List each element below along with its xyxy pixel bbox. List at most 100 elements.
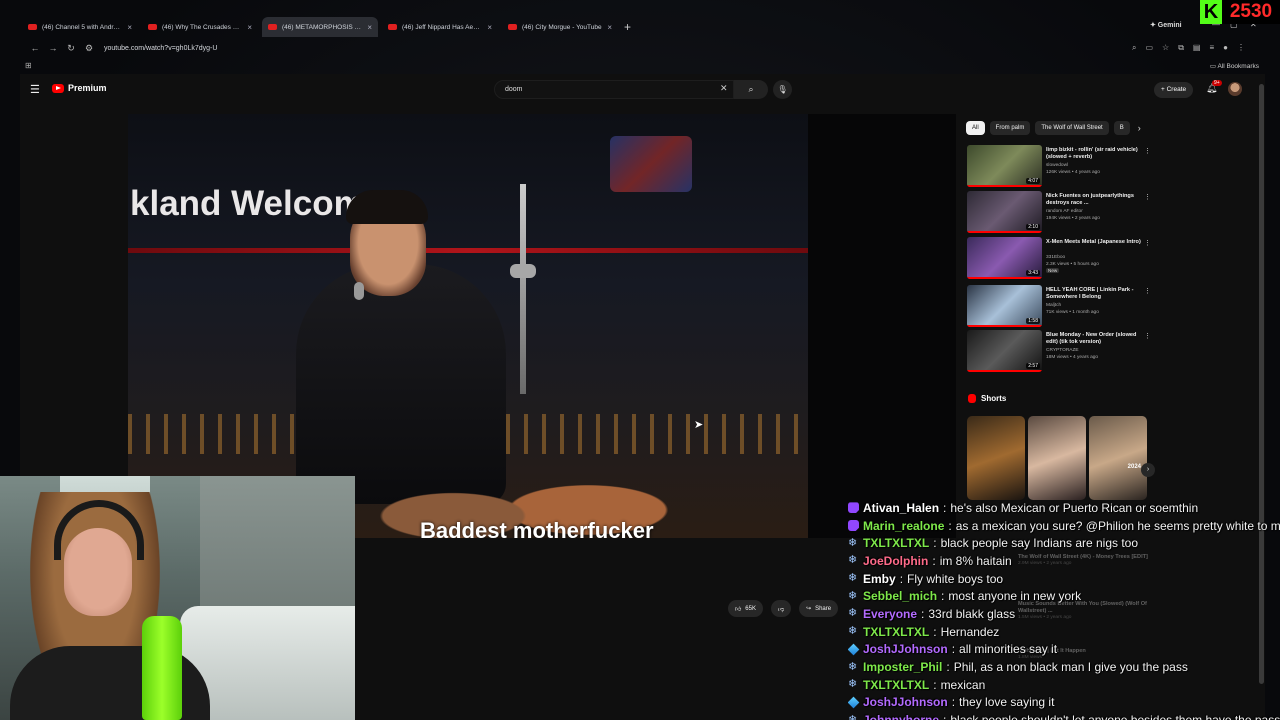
create-button[interactable]: + Create — [1154, 82, 1194, 98]
short-thumbnail[interactable] — [967, 416, 1025, 500]
chip-wolf-of-wall-street[interactable]: The Wolf of Wall Street — [1035, 121, 1109, 135]
clear-search-icon[interactable]: ✕ — [720, 83, 728, 94]
green-microphone — [142, 616, 182, 720]
recommendation-item[interactable]: 2:10 Nick Fuentes on justpearlythings de… — [967, 191, 1152, 235]
close-icon[interactable]: × — [367, 23, 372, 32]
menu-kebab-icon[interactable]: ⋮ — [1237, 43, 1245, 53]
recommendation-title[interactable]: Nick Fuentes on justpearlythings destroy… — [1046, 193, 1141, 207]
shorts-next-button[interactable]: › — [1141, 463, 1155, 477]
apps-grid-icon[interactable]: ⊞ — [25, 61, 32, 70]
browser-tab[interactable]: (46) Why The Crusades Were A × — [142, 17, 258, 37]
short-thumbnail[interactable]: 2024 — [1089, 416, 1147, 500]
chat-username[interactable]: Emby — [863, 572, 896, 586]
chat-username[interactable]: Everyone — [863, 607, 917, 621]
chat-text: they love saying it — [959, 695, 1055, 710]
menu-hamburger-icon[interactable]: ☰ — [30, 83, 40, 96]
back-arrow-icon[interactable]: ← — [26, 43, 44, 53]
browser-tab[interactable]: (46) Channel 5 with Andrew Ca × — [22, 17, 138, 37]
chat-username[interactable]: Marin_realone — [863, 519, 944, 533]
chat-text: mexican — [940, 677, 986, 692]
channel-name[interactable]: 331Eboo — [1046, 255, 1065, 260]
search-input[interactable]: doom — [494, 80, 734, 99]
chat-separator: : — [946, 660, 950, 675]
more-options-icon[interactable]: ⋮ — [1144, 287, 1151, 295]
chat-username[interactable]: Sebbel_mich — [863, 589, 937, 603]
zoom-icon[interactable]: ⌕ — [1132, 43, 1136, 53]
all-bookmarks-button[interactable]: ▭ All Bookmarks — [1210, 62, 1259, 70]
gemini-button[interactable]: ✦ Gemini — [1150, 21, 1182, 29]
more-options-icon[interactable]: ⋮ — [1144, 193, 1151, 201]
crest-emblem — [610, 136, 692, 192]
watch-progress — [967, 325, 1042, 327]
channel-name[interactable]: Maljtch — [1046, 303, 1061, 308]
recommendation-item[interactable]: 4:07 limp bizkit - rollin' (sir raid veh… — [967, 145, 1152, 189]
youtube-logo[interactable]: Premium — [52, 83, 107, 93]
chat-username[interactable]: Johnnyhorne — [863, 713, 939, 720]
profile-icon[interactable]: ● — [1223, 43, 1228, 53]
video-player[interactable]: kland Welcomes Baddest motherfucker ➤ — [128, 114, 956, 538]
close-icon[interactable]: × — [487, 23, 492, 32]
recommendation-item[interactable]: 1:58 HELL YEAH CORE | Linkin Park - Some… — [967, 285, 1152, 329]
close-icon[interactable]: × — [127, 23, 132, 32]
recommendation-item[interactable]: 3:43 X-Men Meets Metal (Japanese Intro) … — [967, 237, 1152, 281]
reading-list-icon[interactable]: ≡ — [1209, 43, 1214, 53]
chat-separator: : — [951, 642, 956, 657]
sky-tower-pod — [510, 264, 536, 278]
recommendation-title[interactable]: Blue Monday - New Order (slowed edit) (t… — [1046, 332, 1141, 346]
url-field[interactable]: youtube.com/watch?v=gh0Lk7dyg-U — [104, 45, 217, 52]
youtube-play-icon — [52, 83, 64, 93]
chip-from-palm[interactable]: From palm — [989, 121, 1031, 135]
chat-separator: : — [943, 500, 947, 515]
browser-tab[interactable]: (46) City Morgue - YouTube × — [502, 17, 618, 37]
sidebar-icon[interactable]: ▤ — [1193, 43, 1201, 53]
share-button[interactable]: ↪ Share — [799, 600, 839, 617]
chat-username[interactable]: Imposter_Phil — [863, 660, 942, 674]
more-options-icon[interactable]: ⋮ — [1144, 239, 1151, 247]
channel-name[interactable]: random AF editor — [1046, 209, 1083, 214]
snowflake-badge-icon: ❄ — [848, 678, 858, 691]
site-info-icon[interactable]: ⚙ — [80, 43, 98, 54]
chat-username[interactable]: JoeDolphin — [863, 554, 928, 568]
dislike-button[interactable]: 👎︎ — [770, 600, 792, 617]
close-icon[interactable]: × — [247, 23, 252, 32]
short-thumbnail[interactable] — [1028, 416, 1086, 500]
user-avatar[interactable] — [1228, 82, 1242, 96]
close-icon[interactable]: × — [607, 23, 612, 32]
recommendation-title[interactable]: HELL YEAH CORE | Linkin Park - Somewhere… — [1046, 287, 1141, 301]
reload-icon[interactable]: ↻ — [62, 43, 80, 54]
bookmark-star-icon[interactable]: ☆ — [1162, 43, 1169, 53]
recommendation-item[interactable]: 2:57 Blue Monday - New Order (slowed edi… — [967, 330, 1152, 374]
recommendation-title[interactable]: limp bizkit - rollin' (sir raid vehicle)… — [1046, 147, 1141, 161]
channel-name[interactable]: CRYPTORAZE — [1046, 348, 1079, 353]
browser-tab-active[interactable]: (46) METAMORPHOSIS - W × — [262, 17, 378, 37]
cast-icon[interactable]: ▭ — [1145, 43, 1153, 53]
video-thumbnail[interactable]: 1:58 — [967, 285, 1042, 327]
new-tab-button[interactable]: + — [624, 20, 631, 34]
chip-all[interactable]: All — [966, 121, 985, 135]
recommendation-title[interactable]: X-Men Meets Metal (Japanese Intro) — [1046, 239, 1141, 246]
video-thumbnail[interactable]: 2:10 — [967, 191, 1042, 233]
chat-username[interactable]: TXLTXLTXL — [863, 678, 929, 692]
video-thumbnail[interactable]: 3:43 — [967, 237, 1042, 279]
browser-tab[interactable]: (46) Jeff Nippard Has Aesthetic × — [382, 17, 498, 37]
chat-username[interactable]: JoshJJohnson — [863, 695, 948, 709]
chat-username[interactable]: TXLTXLTXL — [863, 625, 929, 639]
chip-partial[interactable]: B — [1113, 121, 1130, 135]
video-frame[interactable]: kland Welcomes Baddest motherfucker ➤ — [128, 114, 808, 538]
more-options-icon[interactable]: ⋮ — [1144, 147, 1151, 155]
chevron-right-icon[interactable]: › — [1138, 121, 1141, 135]
youtube-favicon-icon — [508, 24, 517, 30]
video-thumbnail[interactable]: 4:07 — [967, 145, 1042, 187]
forward-arrow-icon[interactable]: → — [44, 43, 62, 53]
voice-search-button[interactable]: 🎙︎ — [773, 80, 792, 99]
video-thumbnail[interactable]: 2:57 — [967, 330, 1042, 372]
like-button[interactable]: 👍︎ 65K — [728, 600, 763, 617]
channel-name[interactable]: slowedowl — [1046, 163, 1068, 168]
more-options-icon[interactable]: ⋮ — [1144, 332, 1151, 340]
search-button[interactable]: ⌕ — [734, 80, 768, 99]
chat-username[interactable]: TXLTXLTXL — [863, 536, 929, 550]
chat-username[interactable]: Ativan_Halen — [863, 501, 939, 515]
chat-username[interactable]: JoshJJohnson — [863, 642, 948, 656]
extensions-icon[interactable]: ⧉ — [1178, 43, 1184, 53]
gem-badge-icon — [848, 696, 860, 709]
